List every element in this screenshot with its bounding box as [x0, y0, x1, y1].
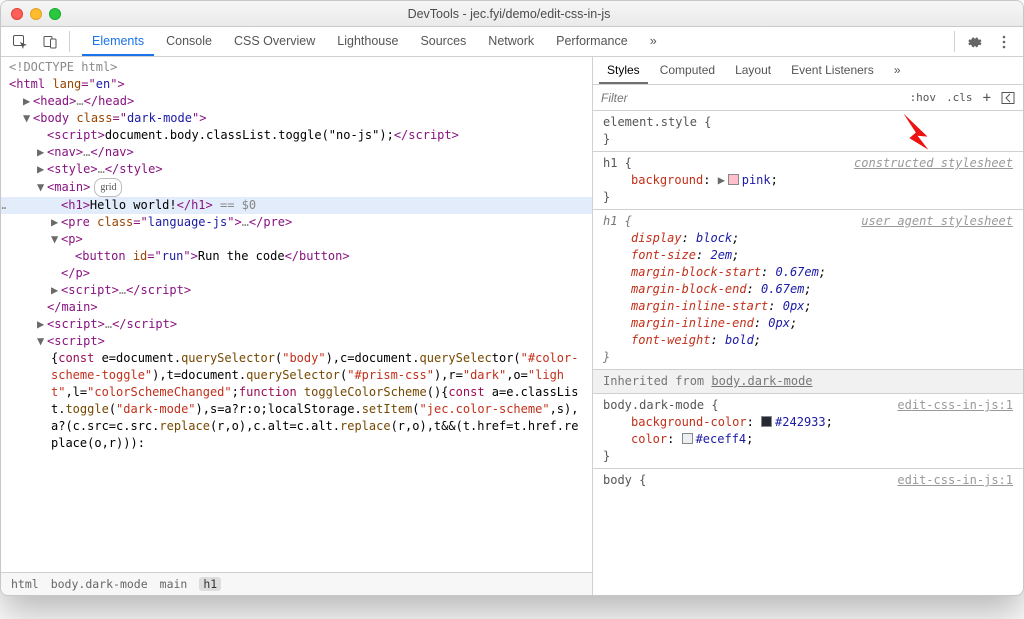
tab-network[interactable]: Network [478, 28, 544, 56]
minimize-window-icon[interactable] [30, 8, 42, 20]
color-swatch-icon[interactable] [728, 174, 739, 185]
cls-toggle[interactable]: .cls [946, 91, 973, 104]
kebab-menu-icon[interactable] [991, 29, 1017, 55]
color-swatch-icon[interactable] [761, 416, 772, 427]
zoom-window-icon[interactable] [49, 8, 61, 20]
tab-sources[interactable]: Sources [410, 28, 476, 56]
settings-gear-icon[interactable] [961, 29, 987, 55]
devtools-toolbar: Elements Console CSS Overview Lighthouse… [1, 27, 1023, 57]
tab-styles[interactable]: Styles [599, 58, 648, 84]
selected-node[interactable]: <h1>Hello world!</h1> == $0 [1, 197, 592, 214]
stylesheet-origin[interactable]: constructed stylesheet [854, 155, 1013, 172]
toggle-pane-icon[interactable] [1001, 91, 1015, 105]
tabs-overflow-icon[interactable]: » [640, 28, 667, 56]
stylesheet-origin[interactable]: edit-css-in-js:1 [897, 472, 1013, 489]
tab-event-listeners[interactable]: Event Listeners [783, 58, 882, 84]
sidebar-tabs: Styles Computed Layout Event Listeners » [593, 57, 1023, 85]
rule-body[interactable]: edit-css-in-js:1 body { [593, 469, 1023, 492]
breadcrumb[interactable]: html body.dark-mode main h1 [1, 572, 592, 595]
window-titlebar: DevTools - jec.fyi/demo/edit-css-in-js [1, 1, 1023, 27]
sidebar-tabs-overflow-icon[interactable]: » [886, 58, 909, 84]
inherited-from-divider: Inherited from body.dark-mode [593, 370, 1023, 394]
dom-tree[interactable]: <!DOCTYPE html> <html lang="en"> ▶<head>… [1, 57, 592, 572]
style-rules[interactable]: element.style { } constructed stylesheet… [593, 111, 1023, 595]
inherited-link[interactable]: body.dark-mode [711, 374, 812, 388]
inspect-element-icon[interactable] [7, 29, 33, 55]
tab-lighthouse[interactable]: Lighthouse [327, 28, 408, 56]
breadcrumb-item[interactable]: body.dark-mode [51, 577, 148, 591]
rule-element-style[interactable]: element.style { } [593, 111, 1023, 152]
stylesheet-origin: user agent stylesheet [861, 213, 1013, 230]
filter-input[interactable] [601, 91, 900, 105]
elements-panel: <!DOCTYPE html> <html lang="en"> ▶<head>… [1, 57, 593, 595]
color-swatch-icon[interactable] [682, 433, 693, 444]
breadcrumb-item[interactable]: main [160, 577, 188, 591]
rule-h1-user-agent[interactable]: user agent stylesheet h1 { display: bloc… [593, 210, 1023, 370]
styles-toolbar: :hov .cls + [593, 85, 1023, 111]
styles-sidebar: Styles Computed Layout Event Listeners »… [593, 57, 1023, 595]
doctype: <!DOCTYPE html> [9, 60, 117, 74]
grid-badge[interactable]: grid [94, 178, 122, 197]
new-rule-icon[interactable]: + [983, 90, 991, 106]
stylesheet-origin[interactable]: edit-css-in-js:1 [897, 397, 1013, 414]
rule-h1-constructed[interactable]: constructed stylesheet h1 { background: … [593, 152, 1023, 210]
traffic-lights [11, 8, 61, 20]
close-window-icon[interactable] [11, 8, 23, 20]
tab-elements[interactable]: Elements [82, 28, 154, 56]
panel-tabs: Elements Console CSS Overview Lighthouse… [82, 28, 667, 56]
breadcrumb-item[interactable]: h1 [199, 577, 221, 591]
tab-performance[interactable]: Performance [546, 28, 638, 56]
tab-layout[interactable]: Layout [727, 58, 779, 84]
tab-computed[interactable]: Computed [652, 58, 723, 84]
device-toolbar-icon[interactable] [37, 29, 63, 55]
inline-script-content: {const e=document.querySelector("body"),… [1, 350, 592, 452]
tab-css-overview[interactable]: CSS Overview [224, 28, 325, 56]
tab-console[interactable]: Console [156, 28, 222, 56]
rule-body-dark-mode[interactable]: edit-css-in-js:1 body.dark-mode { backgr… [593, 394, 1023, 469]
window-title: DevTools - jec.fyi/demo/edit-css-in-js [69, 7, 949, 21]
breadcrumb-item[interactable]: html [11, 577, 39, 591]
hov-toggle[interactable]: :hov [910, 91, 937, 104]
